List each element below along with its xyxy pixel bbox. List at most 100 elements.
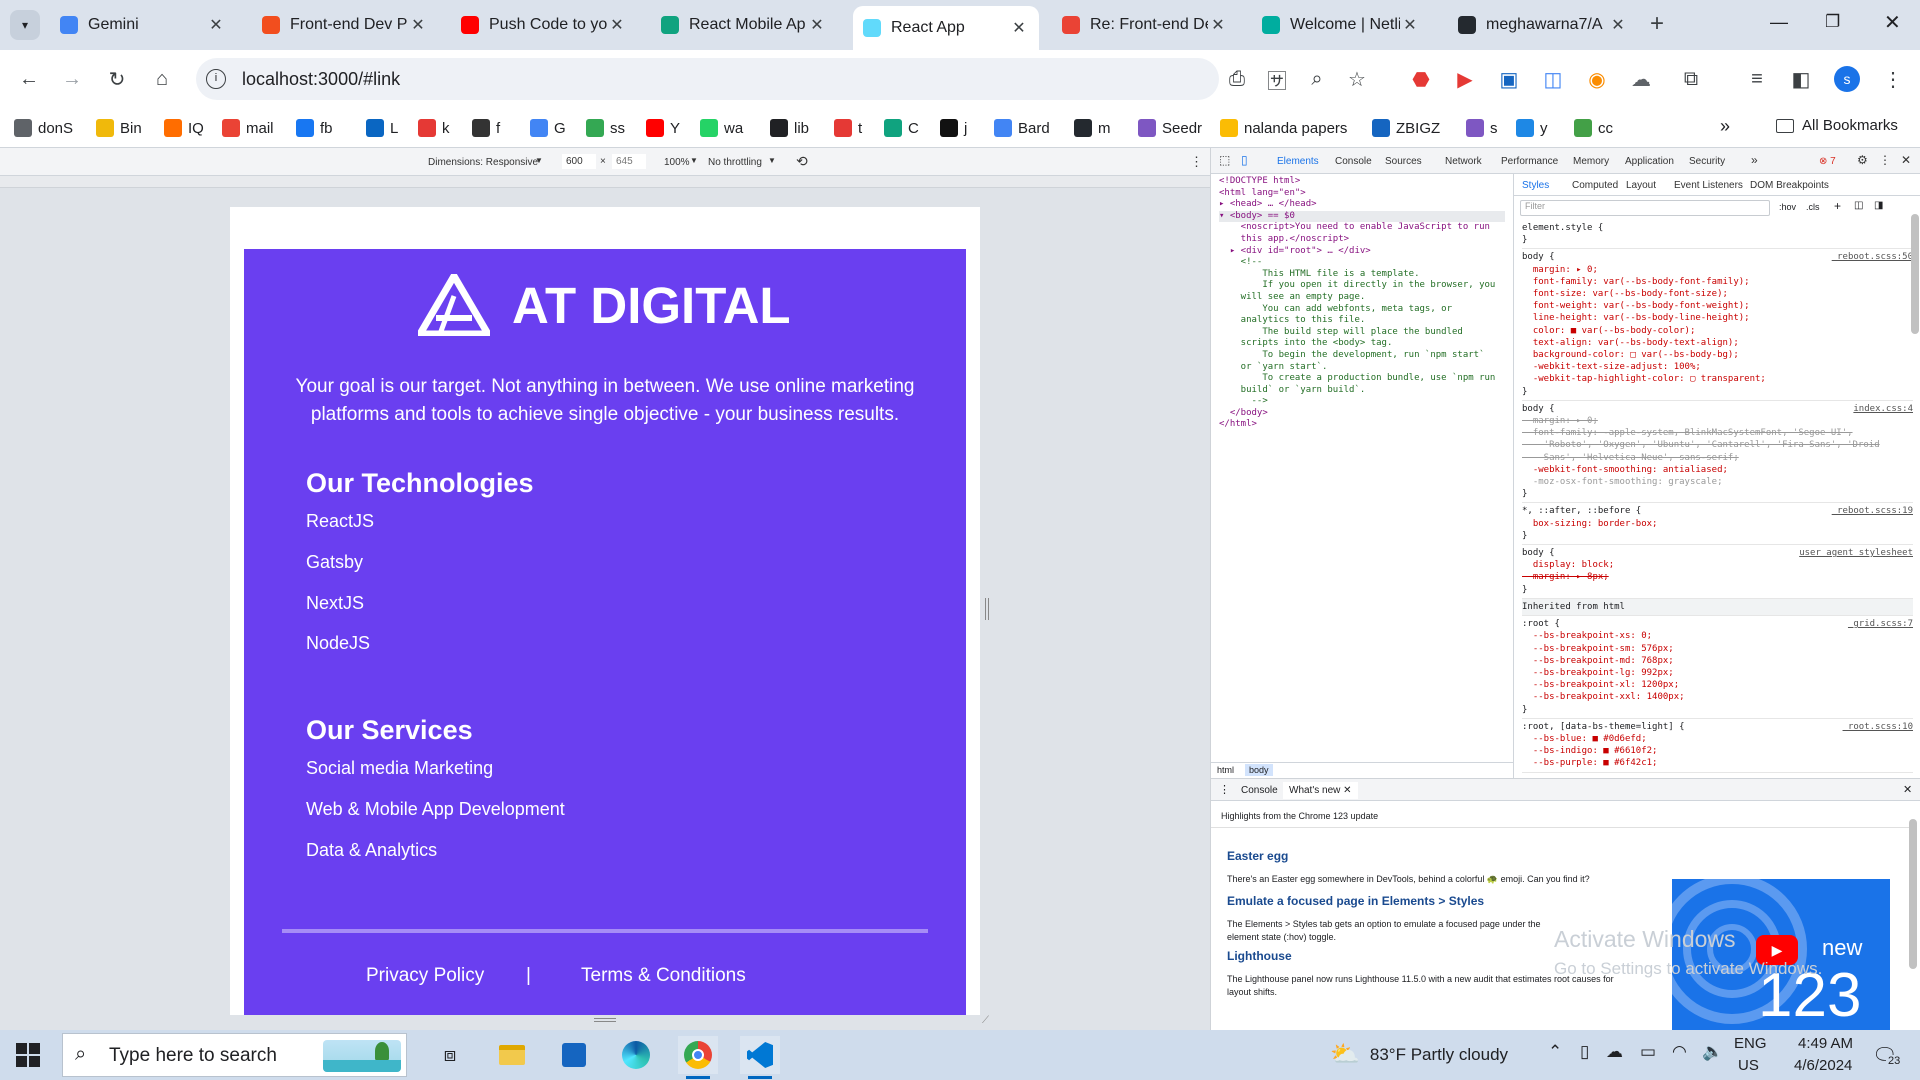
rule-property[interactable]: --bs-breakpoint-md: 768px; — [1522, 655, 1913, 667]
drawer-tab-whats-new[interactable]: What's new ✕ — [1283, 782, 1358, 799]
inspect-icon[interactable]: ⬚ — [1219, 153, 1230, 167]
rule-source-link[interactable]: _reboot.scss:50 — [1832, 251, 1913, 263]
tab-close-icon[interactable]: ✕ — [408, 15, 428, 35]
rule-selector[interactable]: :root, [data-bs-theme=light] { — [1522, 722, 1685, 732]
dom-line[interactable]: The build step will place the bundled — [1219, 327, 1505, 339]
clock-time[interactable]: 4:49 AM — [1798, 1035, 1853, 1052]
rule-property[interactable]: } — [1522, 704, 1913, 716]
chrome-icon[interactable] — [678, 1036, 718, 1074]
rule-source-link[interactable]: _reboot.scss:19 — [1832, 505, 1913, 517]
minimize-button[interactable]: — — [1770, 12, 1788, 33]
rule-selector[interactable]: body { — [1522, 548, 1555, 558]
translate-icon[interactable]: 🈂 — [1262, 64, 1292, 94]
elements-dom-tree[interactable]: <!DOCTYPE html> <html lang="en"> ▸ <head> … — [1211, 174, 1514, 778]
rule-source-link[interactable]: index.css:4 — [1853, 403, 1913, 415]
wifi-icon[interactable]: ◠ — [1672, 1042, 1687, 1062]
bookmark-15[interactable]: C — [884, 116, 919, 140]
tab-6[interactable]: Re: Front-end De ✕ — [1052, 8, 1238, 42]
tab-1[interactable]: Gemini ✕ — [50, 8, 236, 42]
crumb-html[interactable]: html — [1217, 765, 1234, 775]
tech-link-reactjs[interactable]: ReactJS — [306, 511, 374, 532]
bookmark-14[interactable]: t — [834, 116, 862, 140]
lang-us[interactable]: US — [1738, 1057, 1759, 1074]
extension-video-icon[interactable]: ▶ — [1450, 64, 1480, 94]
devtools-tab-network[interactable]: Network — [1445, 156, 1482, 167]
dom-line[interactable]: To create a production bundle, use `npm … — [1219, 373, 1505, 385]
rule-selector[interactable]: element.style { — [1522, 223, 1603, 233]
bookmark-3[interactable]: IQ — [164, 116, 204, 140]
rule-property[interactable]: line-height: var(--bs-body-line-height); — [1522, 312, 1913, 324]
reload-icon[interactable]: ↻ — [102, 64, 132, 94]
tech-link-gatsby[interactable]: Gatsby — [306, 552, 363, 573]
rule-property[interactable]: margin: ▸ 0; — [1522, 264, 1913, 276]
taskbar-search[interactable]: ⌕ Type here to search — [62, 1033, 407, 1077]
dom-line[interactable]: analytics to this file. — [1219, 315, 1505, 327]
bookmark-16[interactable]: j — [940, 116, 967, 140]
bookmark-22[interactable]: s — [1466, 116, 1498, 140]
close-window-button[interactable]: ✕ — [1884, 10, 1901, 35]
rule-property[interactable]: -webkit-text-size-adjust: 100%; — [1522, 361, 1913, 373]
tech-link-nodejs[interactable]: NodeJS — [306, 633, 370, 654]
tray-chevron-icon[interactable]: ⌃ — [1548, 1042, 1562, 1062]
extension-translate-icon[interactable]: ◫ — [1538, 64, 1568, 94]
rule-property[interactable]: --bs-breakpoint-lg: 992px; — [1522, 667, 1913, 679]
wn-title-lighthouse[interactable]: Lighthouse — [1227, 949, 1292, 963]
tab-close-icon[interactable]: ✕ — [1009, 18, 1029, 38]
dom-line[interactable]: or `yarn start`. — [1219, 362, 1505, 374]
bookmark-5[interactable]: fb — [296, 116, 333, 140]
site-logo[interactable]: AT DIGITAL — [418, 274, 791, 336]
bookmark-2[interactable]: Bin — [96, 116, 142, 140]
rule-source-link[interactable]: _grid.scss:7 — [1848, 618, 1913, 630]
bookmark-12[interactable]: wa — [700, 116, 743, 140]
tray-cloud-icon[interactable]: ☁ — [1606, 1042, 1623, 1062]
wn-title-focus[interactable]: Emulate a focused page in Elements > Sty… — [1227, 894, 1484, 908]
styles-subtab-computed[interactable]: Computed — [1572, 180, 1618, 191]
bookmark-19[interactable]: Seedr — [1138, 116, 1202, 140]
resize-handle-right[interactable] — [985, 598, 989, 620]
media-control-icon[interactable]: ≡ — [1742, 64, 1772, 94]
tab-5[interactable]: React App ✕ — [853, 6, 1039, 50]
dom-line[interactable]: <!-- — [1219, 257, 1505, 269]
drawer-menu-icon[interactable]: ⋮ — [1219, 783, 1230, 796]
dom-line[interactable]: <noscript>You need to enable JavaScript … — [1219, 222, 1505, 234]
dom-line[interactable]: To begin the development, run `npm start… — [1219, 350, 1505, 362]
rule-source-link[interactable]: _root.scss:10 — [1843, 721, 1913, 733]
tech-link-nextjs[interactable]: NextJS — [306, 593, 364, 614]
devtools-tab-security[interactable]: Security — [1689, 156, 1725, 167]
drawer-tab-console[interactable]: Console — [1241, 785, 1278, 796]
more-tabs-icon[interactable]: » — [1751, 153, 1758, 167]
dom-line[interactable]: scripts into the <body> tag. — [1219, 338, 1505, 350]
bookmark-17[interactable]: Bard — [994, 116, 1050, 140]
devtools-tab-console[interactable]: Console — [1335, 156, 1372, 167]
rule-property[interactable]: } — [1522, 530, 1913, 542]
rule-property[interactable]: --bs-blue: ■ #0d6efd; — [1522, 733, 1913, 745]
devtools-tab-application[interactable]: Application — [1625, 156, 1674, 167]
rule-property[interactable]: --bs-breakpoint-sm: 576px; — [1522, 643, 1913, 655]
screen-cast-icon[interactable]: ⎙ — [1222, 64, 1252, 94]
crumb-body[interactable]: body — [1245, 764, 1273, 776]
extension-adblock-icon[interactable]: ⬣ — [1406, 64, 1436, 94]
rule-property[interactable]: } — [1522, 386, 1913, 398]
tab-2[interactable]: Front-end Dev P ✕ — [252, 8, 438, 42]
styles-subtab-dom-breakpoints[interactable]: DOM Breakpoints — [1750, 180, 1829, 191]
rule-property[interactable]: font-weight: var(--bs-body-font-weight); — [1522, 300, 1913, 312]
rule-property[interactable]: --bs-breakpoint-xxl: 1400px; — [1522, 691, 1913, 703]
rule-property[interactable]: --bs-indigo: ■ #6610f2; — [1522, 745, 1913, 757]
devtools-tab-sources[interactable]: Sources — [1385, 156, 1422, 167]
rule-property[interactable]: display: block; — [1522, 559, 1913, 571]
edge-icon[interactable] — [616, 1036, 656, 1074]
cls-toggle[interactable]: .cls — [1806, 202, 1820, 212]
tab-close-icon[interactable]: ✕ — [607, 15, 627, 35]
tab-close-icon[interactable]: ✕ — [1400, 15, 1420, 35]
dom-line[interactable]: this app.</noscript> — [1219, 234, 1505, 246]
devtools-close-icon[interactable]: ✕ — [1901, 153, 1911, 167]
dom-line[interactable]: ▾ <body> == $0 — [1219, 210, 1505, 223]
styles-subtab-layout[interactable]: Layout — [1626, 180, 1656, 191]
styles-scrollbar[interactable] — [1911, 214, 1919, 334]
bookmark-7[interactable]: k — [418, 116, 450, 140]
bookmark-13[interactable]: lib — [770, 116, 809, 140]
zoom-icon[interactable]: ⌕ — [1302, 64, 1332, 94]
tab-4[interactable]: React Mobile Ap ✕ — [651, 8, 837, 42]
rule-property[interactable]: 'Roboto', 'Oxygen', 'Ubuntu', 'Cantarell… — [1522, 439, 1913, 451]
tab-close-icon[interactable]: ✕ — [1608, 15, 1628, 35]
